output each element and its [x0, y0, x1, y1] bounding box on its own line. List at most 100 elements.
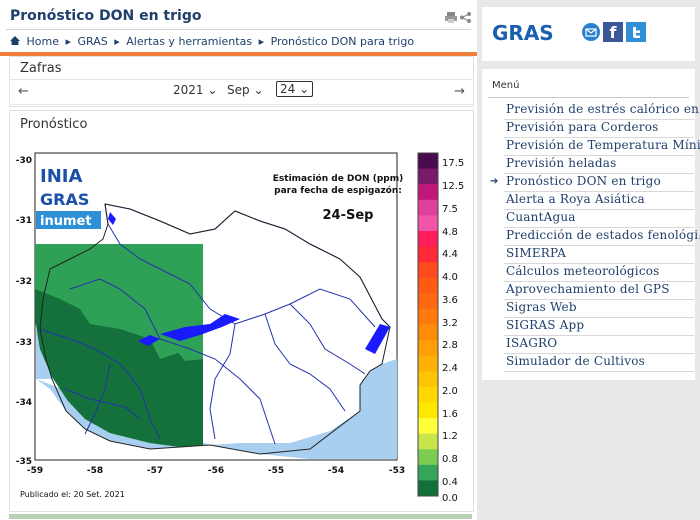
breadcrumb-gras[interactable]: GRAS: [78, 35, 108, 48]
map-heading-line1: Estimación de DON (ppm): [273, 173, 403, 184]
sidebar-item[interactable]: CuantAgua: [506, 210, 576, 224]
scale-label: 3.2: [442, 318, 458, 329]
sidebar-item[interactable]: Aprovechamiento del GPS: [506, 282, 670, 296]
sidebar-item[interactable]: Simulador de Cultivos: [506, 354, 645, 368]
facebook-icon[interactable]: f: [603, 22, 623, 42]
color-scale-step: [418, 230, 438, 248]
color-scale-step: [418, 449, 438, 466]
sidebar-item[interactable]: Previsión para Corderos: [506, 120, 658, 134]
color-scale-step: [418, 386, 438, 403]
pronostico-label: Pronóstico: [20, 117, 88, 132]
color-scale-step: [418, 340, 438, 357]
scale-label: 2.4: [442, 363, 458, 374]
share-icon[interactable]: [460, 12, 471, 26]
day-value: 24: [280, 82, 296, 96]
year-value: 2021: [173, 83, 204, 97]
chevron-down-icon: ⌄: [253, 83, 264, 97]
scale-label: 7.5: [442, 204, 458, 215]
sidebar-item[interactable]: Pronóstico DON en trigo: [506, 174, 661, 188]
active-arrow-icon: ➔: [490, 176, 499, 187]
breadcrumb-alertas[interactable]: Alertas y herramientas: [126, 35, 252, 48]
breadcrumb-sep-icon: ▸: [258, 35, 265, 48]
scale-label: 0.0: [442, 493, 458, 504]
inumet-logo: inumet: [40, 214, 92, 229]
sidebar-logo-box: GRAS f: [482, 7, 695, 61]
color-scale-step: [418, 153, 438, 170]
print-icon[interactable]: [444, 12, 461, 26]
page-tools: [444, 12, 471, 26]
sidebar-item[interactable]: ISAGRO: [506, 336, 557, 350]
scale-label: 3.6: [442, 295, 458, 306]
x-tick: -57: [147, 466, 163, 476]
twitter-icon[interactable]: [626, 22, 646, 42]
y-tick: -31: [16, 216, 32, 226]
color-scale-step: [418, 402, 438, 419]
scale-label: 0.4: [442, 477, 458, 488]
main-content: Pronóstico DON en trigo Home ▸ GRAS ▸ Al…: [0, 0, 477, 520]
forecast-map-svg: INIA GRAS inumet Estimación de DON (ppm)…: [16, 152, 464, 504]
x-tick: -58: [87, 466, 103, 476]
scale-label: 1.6: [442, 409, 458, 420]
next-arrow-icon[interactable]: →: [454, 84, 465, 99]
scale-label: 0.8: [442, 454, 458, 465]
color-scale-step: [418, 308, 438, 325]
breadcrumb-sep-icon: ▸: [65, 35, 72, 48]
y-tick: -33: [16, 338, 32, 348]
day-select[interactable]: 24 ⌄: [276, 81, 314, 97]
prev-arrow-icon[interactable]: ←: [18, 84, 29, 99]
home-icon: [10, 35, 24, 48]
sidebar-item[interactable]: Sigras Web: [506, 300, 577, 314]
breadcrumb: Home ▸ GRAS ▸ Alertas y herramientas ▸ P…: [10, 35, 417, 48]
sidebar-item[interactable]: Previsión heladas: [506, 156, 617, 170]
x-tick: -59: [27, 466, 43, 476]
sidebar-item[interactable]: SIMERPA: [506, 246, 566, 260]
scale-label: 4.0: [442, 272, 458, 283]
color-scale-step: [418, 262, 438, 279]
published-date: Publicado el: 20 Set. 2021: [20, 490, 125, 499]
menu-title: Menú: [492, 80, 520, 91]
scale-label: 2.0: [442, 386, 458, 397]
color-scale-step: [418, 199, 438, 216]
page-title: Pronóstico DON en trigo: [10, 8, 202, 24]
color-scale-step: [418, 293, 438, 310]
sidebar-item[interactable]: Previsión de Temperatura Míni...: [506, 138, 700, 152]
color-scale-step: [418, 215, 438, 232]
color-scale-step: [418, 464, 438, 481]
bottom-divider: [9, 514, 472, 519]
sidebar-item[interactable]: Predicción de estados fenológi...: [506, 228, 700, 242]
color-scale-step: [418, 168, 438, 185]
breadcrumb-current[interactable]: Pronóstico DON para trigo: [271, 35, 414, 48]
breadcrumb-home[interactable]: Home: [27, 35, 59, 48]
scale-label: 4.8: [442, 227, 458, 238]
sidebar-item[interactable]: Alerta a Roya Asiática: [506, 192, 645, 206]
scale-label: 1.2: [442, 431, 458, 442]
email-icon[interactable]: [582, 23, 600, 41]
scale-label: 12.5: [442, 181, 464, 192]
color-scale-step: [418, 184, 438, 201]
sidebar-item[interactable]: SIGRAS App: [506, 318, 584, 332]
scale-label: 2.8: [442, 340, 458, 351]
y-tick: -30: [16, 156, 32, 166]
sidebar-menu: Menú Previsión de estrés calórico en... P…: [482, 69, 700, 380]
color-scale-step: [418, 324, 438, 341]
breadcrumb-sep-icon: ▸: [114, 35, 120, 48]
y-tick: -34: [16, 398, 32, 408]
x-tick: -55: [268, 466, 284, 476]
month-value: Sep: [227, 83, 250, 97]
date-selector-row: ← 2021 ⌄ Sep ⌄ 24 ⌄ →: [9, 79, 474, 105]
x-tick: -53: [389, 466, 405, 476]
gras-logo[interactable]: GRAS: [492, 21, 554, 45]
sidebar-item[interactable]: Previsión de estrés calórico en...: [506, 102, 700, 116]
x-tick: -56: [208, 466, 224, 476]
month-select[interactable]: Sep ⌄: [227, 83, 264, 97]
year-select[interactable]: 2021 ⌄: [173, 83, 217, 97]
color-scale-step: [418, 480, 438, 497]
color-scale-step: [418, 418, 438, 435]
scale-label: 17.5: [442, 158, 464, 169]
don-forecast-map: INIA GRAS inumet Estimación de DON (ppm)…: [10, 149, 470, 504]
zafras-label: Zafras: [20, 61, 62, 76]
map-heading-line2: para fecha de espigazón:: [274, 185, 402, 196]
chevron-down-icon: ⌄: [207, 83, 218, 97]
sidebar-item[interactable]: Cálculos meteorológicos: [506, 264, 660, 278]
chevron-down-icon: ⌄: [299, 82, 310, 96]
